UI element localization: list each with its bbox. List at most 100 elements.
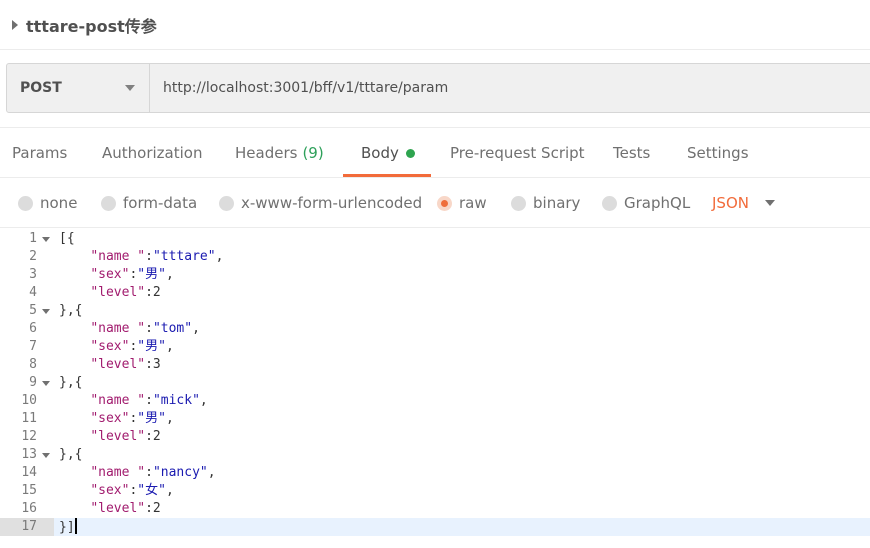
code-line[interactable]: 17}]	[0, 518, 870, 536]
chevron-down-icon	[764, 200, 775, 206]
fold-arrow-icon[interactable]	[42, 381, 50, 386]
code-line[interactable]: 14 "name ":"nancy",	[0, 464, 870, 482]
tab-label: Authorization	[102, 144, 203, 162]
code-text: "level":2	[90, 501, 161, 516]
line-number: 7	[29, 339, 37, 354]
code-text: },{	[59, 303, 83, 318]
line-gutter: 7	[0, 338, 54, 356]
code-text: "sex":"男",	[90, 411, 174, 426]
tab-label: Tests	[613, 144, 651, 162]
tab-authorization[interactable]: Authorization	[102, 128, 202, 178]
tab-label: Headers	[235, 144, 298, 162]
line-gutter: 12	[0, 428, 54, 446]
option-label: binary	[533, 194, 581, 212]
body-type-urlencoded[interactable]: x-www-form-urlencoded	[219, 179, 422, 227]
line-gutter: 16	[0, 500, 54, 518]
code-line[interactable]: 1 [{	[0, 230, 870, 248]
code-line[interactable]: 3 "sex":"男",	[0, 266, 870, 284]
format-label: JSON	[712, 194, 749, 212]
code-line[interactable]: 2 "name ":"tttare",	[0, 248, 870, 266]
code-line[interactable]: 15 "sex":"女",	[0, 482, 870, 500]
tab-settings[interactable]: Settings	[687, 128, 749, 178]
tab-body[interactable]: Body	[361, 128, 415, 178]
status-dot-icon	[405, 148, 415, 158]
line-gutter: 13	[0, 446, 54, 464]
radio-icon[interactable]	[101, 195, 116, 211]
code-editor[interactable]: 1[{2 "name ":"tttare", 3 "sex":"男", 4 "lev…	[0, 229, 870, 548]
body-type-form-data[interactable]: form-data	[101, 179, 197, 227]
code-line[interactable]: 12 "level":2	[0, 428, 870, 446]
line-gutter: 2	[0, 248, 54, 266]
code-line[interactable]: 4 "level":2	[0, 284, 870, 302]
line-gutter: 1	[0, 230, 54, 248]
line-gutter: 5	[0, 302, 54, 320]
line-number: 8	[29, 357, 37, 372]
line-number: 14	[21, 465, 37, 480]
radio-icon[interactable]	[18, 195, 33, 211]
expand-caret-icon[interactable]	[12, 19, 18, 30]
line-gutter: 14	[0, 464, 54, 482]
code-line[interactable]: 6 "name ":"tom",	[0, 320, 870, 338]
code-line[interactable]: 16 "level":2	[0, 500, 870, 518]
line-number: 15	[21, 483, 37, 498]
code-line[interactable]: 11 "sex":"男",	[0, 410, 870, 428]
method-select[interactable]: POST	[7, 64, 150, 112]
line-gutter: 10	[0, 392, 54, 410]
option-label: none	[40, 194, 78, 212]
tab-params[interactable]: Params	[12, 128, 67, 178]
code-line[interactable]: 9 },{	[0, 374, 870, 392]
line-number: 9	[29, 375, 37, 390]
line-gutter: 3	[0, 266, 54, 284]
radio-selected-icon[interactable]	[437, 195, 452, 211]
code-text: }]	[59, 518, 77, 535]
body-type-binary[interactable]: binary	[511, 179, 580, 227]
code-text: "level":3	[90, 357, 161, 372]
code-line[interactable]: 10 "name ":"mick",	[0, 392, 870, 410]
request-title[interactable]: tttare-post传参	[26, 13, 157, 37]
code-text: "name ":"nancy",	[90, 465, 216, 480]
line-number: 3	[29, 267, 37, 282]
option-label: GraphQL	[624, 194, 691, 212]
line-number: 11	[21, 411, 37, 426]
code-text: "name ":"tttare",	[90, 249, 224, 264]
line-gutter: 17	[0, 518, 54, 536]
line-number: 5	[29, 303, 37, 318]
code-text: "sex":"男",	[90, 267, 174, 282]
tab-tests[interactable]: Tests	[613, 128, 650, 178]
body-type-raw[interactable]: raw	[437, 179, 487, 227]
line-gutter: 15	[0, 482, 54, 500]
line-number: 10	[21, 393, 37, 408]
code-text: "name ":"mick",	[90, 393, 208, 408]
code-text: "sex":"女",	[90, 483, 174, 498]
code-text: },{	[59, 375, 83, 390]
code-text: "level":2	[90, 285, 161, 300]
line-number: 12	[21, 429, 37, 444]
line-number: 6	[29, 321, 37, 336]
fold-arrow-icon[interactable]	[42, 453, 50, 458]
tab-label: Settings	[687, 144, 749, 162]
body-type-none[interactable]: none	[18, 179, 77, 227]
tab-pre-request-script[interactable]: Pre-request Script	[450, 128, 585, 178]
text-cursor	[74, 518, 77, 534]
radio-icon[interactable]	[602, 195, 617, 211]
body-type-graphql[interactable]: GraphQL	[602, 179, 690, 227]
code-text: "name ":"tom",	[90, 321, 200, 336]
code-text: },{	[59, 447, 83, 462]
radio-icon[interactable]	[219, 195, 234, 211]
code-line[interactable]: 13 },{	[0, 446, 870, 464]
line-gutter: 8	[0, 356, 54, 374]
fold-arrow-icon[interactable]	[42, 237, 50, 242]
code-line[interactable]: 5 },{	[0, 302, 870, 320]
tab-label: Pre-request Script	[450, 144, 585, 162]
tab-headers[interactable]: Headers (9)	[235, 128, 324, 178]
line-gutter: 4	[0, 284, 54, 302]
radio-icon[interactable]	[511, 195, 526, 211]
raw-format-select[interactable]: JSON	[712, 179, 775, 227]
option-label: x-www-form-urlencoded	[241, 194, 423, 212]
code-line[interactable]: 7 "sex":"男",	[0, 338, 870, 356]
fold-arrow-icon[interactable]	[42, 309, 50, 314]
code-line[interactable]: 8 "level":3	[0, 356, 870, 374]
url-input[interactable]: http://localhost:3001/bff/v1/tttare/para…	[150, 64, 870, 112]
method-label: POST	[20, 80, 62, 96]
code-text: "sex":"男",	[90, 339, 174, 354]
